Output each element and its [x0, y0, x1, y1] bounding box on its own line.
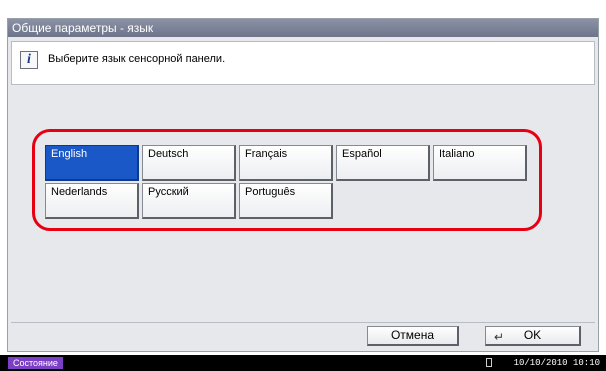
datetime: 10/10/2010 10:10	[513, 358, 600, 368]
language-button-francais[interactable]: Français	[239, 145, 333, 181]
ok-button[interactable]: ↵ OK	[485, 326, 581, 346]
dialog-title: Общие параметры - язык	[8, 19, 598, 37]
language-button-italiano[interactable]: Italiano	[433, 145, 527, 181]
cancel-button-label: Отмена	[390, 328, 435, 342]
message-text: Выберите язык сенсорной панели.	[48, 53, 226, 65]
language-button-espanol[interactable]: Español	[336, 145, 430, 181]
status-button[interactable]: Состояние	[8, 357, 63, 369]
cancel-button[interactable]: Отмена	[367, 326, 459, 346]
device-icon	[486, 358, 492, 367]
language-panel: English Deutsch Français Español Italian…	[11, 89, 595, 319]
status-bar: Состояние 10/10/2010 10:10	[0, 355, 606, 371]
language-button-russian[interactable]: Русский	[142, 183, 236, 219]
language-button-english[interactable]: English	[45, 145, 139, 181]
dialog-footer: Отмена ↵ OK	[11, 322, 595, 348]
enter-icon: ↵	[494, 330, 505, 344]
ok-button-label: OK	[523, 328, 542, 342]
message-bar: i Выберите язык сенсорной панели.	[11, 41, 595, 85]
language-dialog: Общие параметры - язык i Выберите язык с…	[7, 18, 599, 352]
language-button-nederlands[interactable]: Nederlands	[45, 183, 139, 219]
info-icon: i	[20, 51, 38, 69]
language-button-deutsch[interactable]: Deutsch	[142, 145, 236, 181]
language-button-portugues[interactable]: Português	[239, 183, 333, 219]
